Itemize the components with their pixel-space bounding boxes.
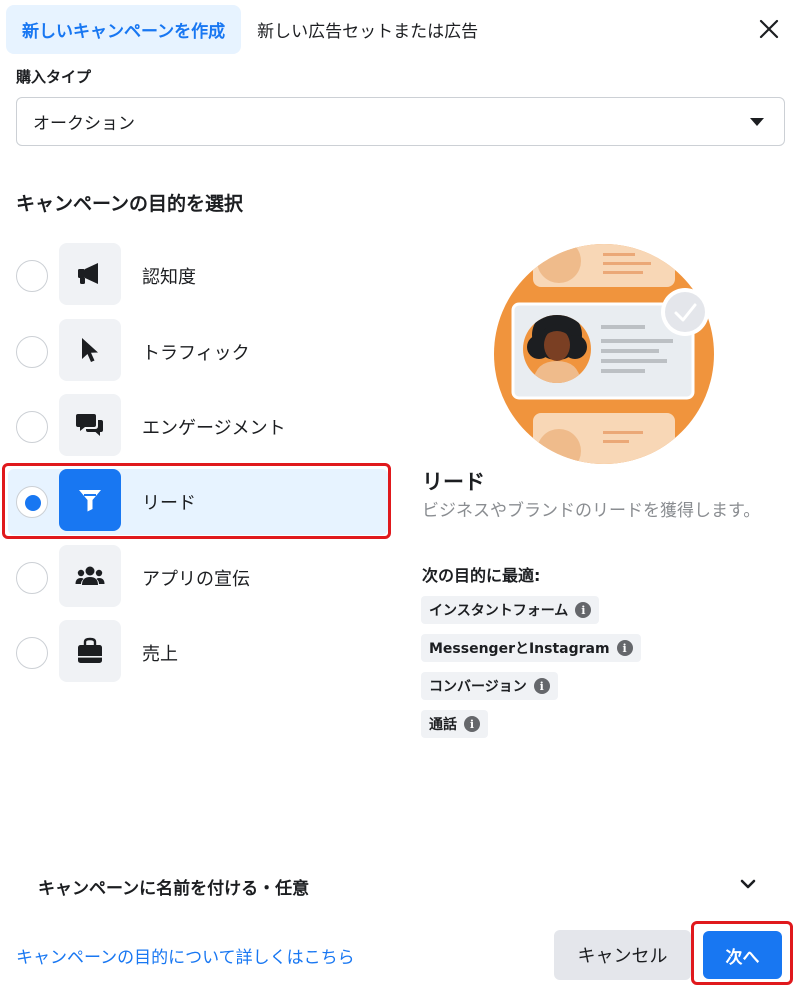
tab-new-adset-or-ad[interactable]: 新しい広告セットまたは広告 xyxy=(241,5,494,54)
chip-label: 通話 xyxy=(429,717,457,733)
campaign-name-toggle[interactable]: キャンペーンに名前を付ける・任意 xyxy=(16,860,785,910)
people-icon xyxy=(59,545,121,607)
tab-create-campaign[interactable]: 新しいキャンペーンを作成 xyxy=(6,5,242,54)
info-icon[interactable]: i xyxy=(464,716,480,732)
shopping-bag-icon xyxy=(59,620,121,682)
close-icon xyxy=(759,19,779,39)
cursor-icon xyxy=(59,319,121,381)
tab-bar: 新しいキャンペーンを作成 新しい広告セットまたは広告 xyxy=(6,5,494,54)
chip-instant-form: インスタントフォーム i xyxy=(421,596,600,624)
objective-label: 認知度 xyxy=(142,267,196,288)
objective-detail-title: リード xyxy=(422,470,485,494)
objective-sales[interactable]: 売上 xyxy=(8,620,388,686)
objective-awareness[interactable]: 認知度 xyxy=(8,243,388,309)
campaign-name-label: キャンペーンに名前を付ける・任意 xyxy=(38,879,310,899)
buy-type-select[interactable]: オークション xyxy=(16,97,785,146)
best-for-label: 次の目的に最適: xyxy=(422,566,541,585)
objective-detail-description: ビジネスやブランドのリードを獲得します。 xyxy=(422,501,761,521)
learn-more-link[interactable]: キャンペーンの目的について詳しくはこちら xyxy=(16,943,355,968)
info-icon[interactable]: i xyxy=(575,602,592,618)
info-icon[interactable]: i xyxy=(616,640,633,656)
objective-radio[interactable] xyxy=(16,260,48,292)
chip-label: MessengerとInstagram xyxy=(429,641,610,657)
objective-label: トラフィック xyxy=(142,343,250,364)
objective-app-promotion[interactable]: アプリの宣伝 xyxy=(8,545,388,611)
objective-label: リード xyxy=(142,493,196,514)
info-icon[interactable]: i xyxy=(533,678,550,694)
objective-radio[interactable] xyxy=(16,336,48,368)
objective-label: 売上 xyxy=(142,644,178,665)
chat-bubbles-icon xyxy=(59,394,121,456)
close-button[interactable] xyxy=(755,14,783,44)
chip-label: インスタントフォーム xyxy=(429,603,569,619)
chevron-down-icon xyxy=(739,875,757,897)
objective-radio[interactable] xyxy=(16,411,48,443)
megaphone-icon xyxy=(59,243,121,305)
caret-down-icon xyxy=(750,118,764,126)
buy-type-value: オークション xyxy=(33,114,135,134)
next-button[interactable]: 次へ xyxy=(703,931,782,979)
objective-section-title: キャンペーンの目的を選択 xyxy=(16,193,244,215)
objective-radio[interactable] xyxy=(16,637,48,669)
leads-illustration xyxy=(493,243,715,465)
funnel-icon xyxy=(59,469,121,531)
objective-engagement[interactable]: エンゲージメント xyxy=(8,394,388,460)
objective-label: エンゲージメント xyxy=(142,418,286,439)
objective-traffic[interactable]: トラフィック xyxy=(8,319,388,385)
buy-type-label: 購入タイプ xyxy=(16,68,92,86)
objective-label: アプリの宣伝 xyxy=(142,569,250,590)
objective-radio[interactable] xyxy=(16,562,48,594)
cancel-button[interactable]: キャンセル xyxy=(554,930,691,980)
chip-calls: 通話 i xyxy=(421,710,488,738)
objective-leads[interactable]: リード xyxy=(8,469,388,535)
chip-label: コンバージョン xyxy=(429,679,527,695)
chip-conversion: コンバージョン i xyxy=(421,672,558,700)
objective-radio-selected[interactable] xyxy=(16,486,48,518)
chip-messenger-instagram: MessengerとInstagram i xyxy=(421,634,641,662)
